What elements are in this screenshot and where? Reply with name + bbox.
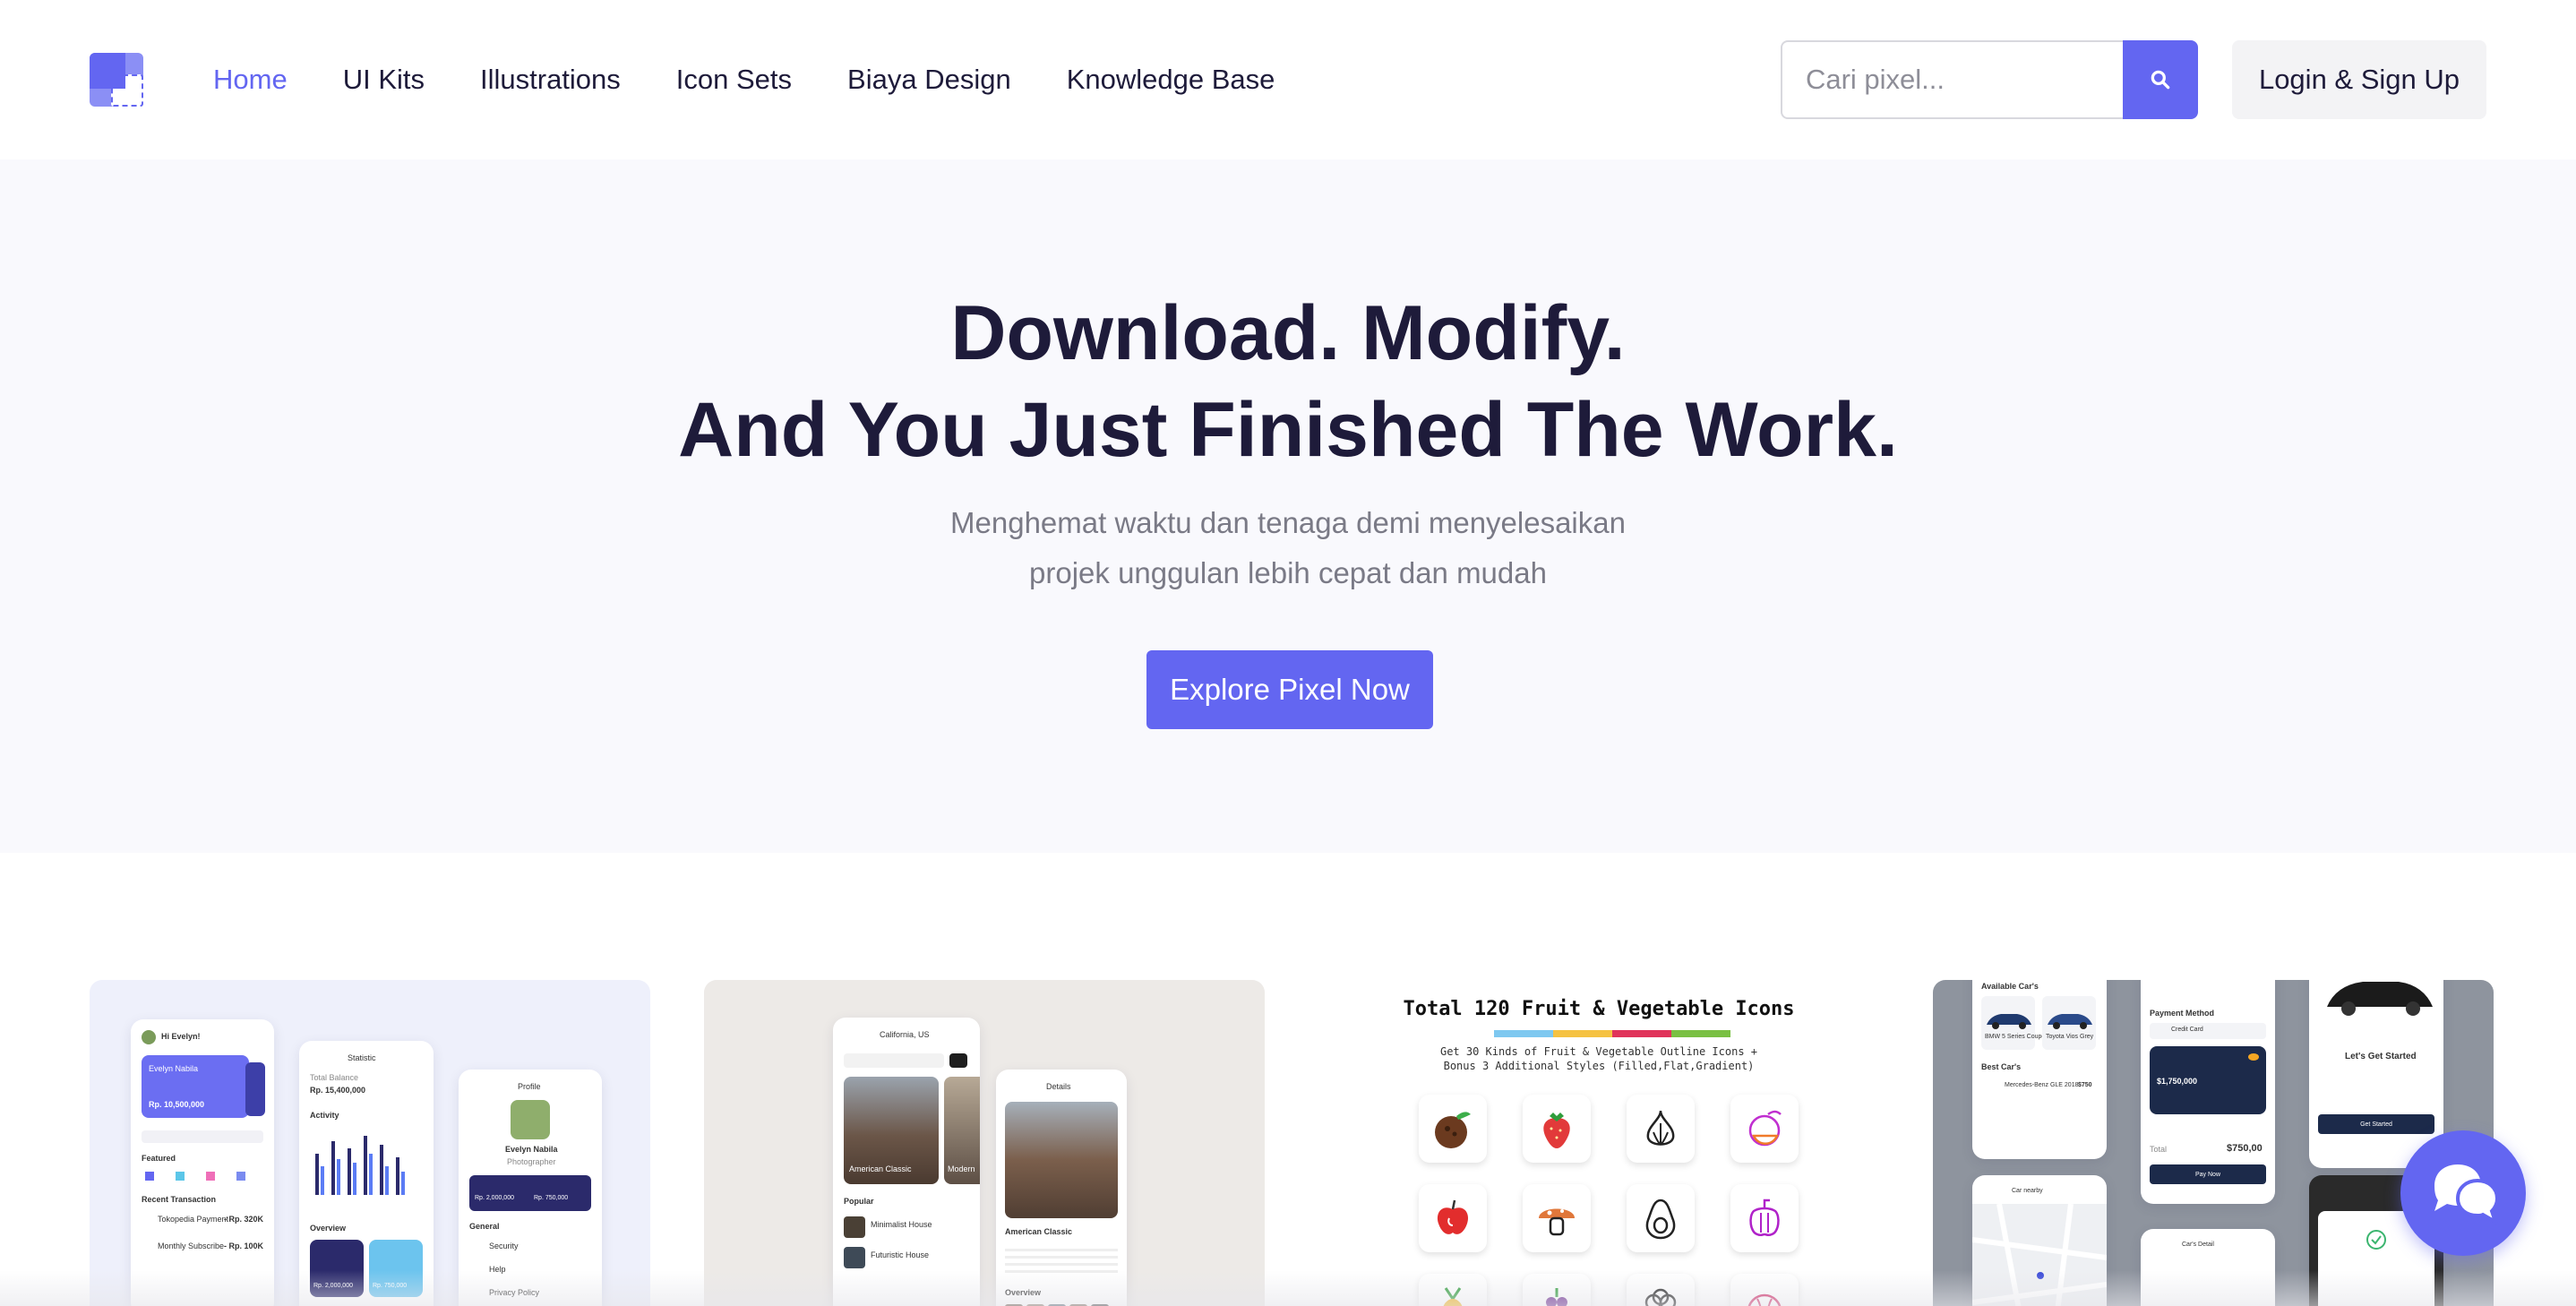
avatar: [511, 1100, 550, 1139]
car-home-screen: Available Car's BMW 5 Series Coupe Toyot…: [1972, 980, 2107, 1159]
nav-item-illustrations[interactable]: Illustrations: [480, 64, 621, 96]
finance-profile-screen: Profile Evelyn Nabila Photographer Rp. 2…: [459, 1070, 602, 1306]
page: Home UI Kits Illustrations Icon Sets Bia…: [0, 0, 2576, 1306]
car-onboarding-screen: Let's Get Started Get Started: [2309, 980, 2443, 1168]
strawberry-icon: [1523, 1095, 1591, 1163]
nav-item-home[interactable]: Home: [213, 64, 288, 96]
avocado-icon: [1627, 1184, 1695, 1252]
chat-bubbles-icon: [2434, 1164, 2500, 1226]
nav-item-icon-sets[interactable]: Icon Sets: [676, 64, 792, 96]
real-estate-detail-screen: Details American Classic Overview: [996, 1070, 1127, 1306]
nav-item-ui-kits[interactable]: UI Kits: [343, 64, 425, 96]
grape-icon: [1523, 1274, 1591, 1306]
mushroom-icon: [1523, 1184, 1591, 1252]
hero-title-line1: Download. Modify.: [950, 290, 1626, 376]
cauliflower-icon: [1627, 1274, 1695, 1306]
chat-button[interactable]: [2400, 1130, 2526, 1256]
watermelon-icon: [1730, 1274, 1799, 1306]
bell-pepper-icon: [1730, 1184, 1799, 1252]
hero-subtitle-line2: projek unggulan lebih cepat dan mudah: [1029, 556, 1547, 589]
car-payment-screen: Payment Method Credit Card $1,750,000 To…: [2141, 980, 2275, 1204]
check-circle-icon: [2366, 1230, 2386, 1250]
activity-bar-chart: [315, 1136, 405, 1195]
car-detail-screen: Car's Detail: [2141, 1229, 2275, 1306]
apple-icon: [1419, 1184, 1487, 1252]
finance-statistic-screen: Statistic Total Balance Rp. 15,400,000 A…: [299, 1041, 434, 1306]
nav-item-biaya-design[interactable]: Biaya Design: [847, 64, 1011, 96]
hero-title-line2: And You Just Finished The Work.: [678, 387, 1898, 473]
hero-section: Download. Modify. And You Just Finished …: [0, 159, 2576, 853]
explore-pixel-button[interactable]: Explore Pixel Now: [1146, 650, 1433, 729]
coconut-icon: [1419, 1095, 1487, 1163]
get-started-button: Get Started: [2318, 1114, 2434, 1134]
product-card-finance-app[interactable]: Hi Evelyn! Evelyn Nabila Rp. 10,500,000 …: [90, 980, 650, 1306]
car-nearby-map-screen: Car nearby: [1972, 1175, 2107, 1306]
balance-card: Evelyn Nabila Rp. 10,500,000: [142, 1055, 249, 1118]
product-cards: Hi Evelyn! Evelyn Nabila Rp. 10,500,000 …: [90, 980, 2494, 1306]
search-button[interactable]: [2122, 40, 2198, 119]
search-box: [1780, 40, 2198, 119]
pineapple-icon: [1419, 1274, 1487, 1306]
garlic-icon: [1627, 1095, 1695, 1163]
icon-set-subtitle: Get 30 Kinds of Fruit & Vegetable Outlin…: [1439, 1045, 1757, 1072]
income-tile: Rp. 2,000,000: [310, 1240, 364, 1297]
lemon-slice-icon: [1730, 1095, 1799, 1163]
payment-card: $1,750,000: [2150, 1046, 2266, 1114]
expense-tile: Rp. 750,000: [369, 1240, 423, 1297]
product-card-fruit-vegetable-icons[interactable]: Total 120 Fruit & Vegetable Icons Get 30…: [1318, 980, 1879, 1306]
hero-subtitle-line1: Menghemat waktu dan tenaga demi menyeles…: [950, 506, 1626, 539]
top-navbar: Home UI Kits Illustrations Icon Sets Bia…: [0, 0, 2576, 159]
product-card-car-rental-app[interactable]: Available Car's BMW 5 Series Coupe Toyot…: [1933, 980, 2494, 1306]
login-signup-button[interactable]: Login & Sign Up: [2231, 40, 2486, 119]
listing-american-classic: American Classic: [844, 1077, 939, 1184]
pixel-logo-icon[interactable]: [90, 53, 143, 107]
nav-actions: Login & Sign Up: [1780, 40, 2486, 119]
search-icon: [2151, 70, 2170, 90]
pay-now-button: Pay Now: [2150, 1164, 2266, 1184]
product-card-real-estate-app[interactable]: California, US American Classic Modern P…: [704, 980, 1265, 1306]
main-nav: Home UI Kits Illustrations Icon Sets Bia…: [213, 64, 1275, 96]
greeting-text: Hi Evelyn!: [161, 1032, 201, 1041]
nav-item-knowledge-base[interactable]: Knowledge Base: [1067, 64, 1275, 96]
search-input[interactable]: [1780, 40, 2125, 119]
color-stripe: [1494, 1030, 1730, 1037]
real-estate-home-screen: California, US American Classic Modern P…: [833, 1018, 980, 1306]
finance-home-screen: Hi Evelyn! Evelyn Nabila Rp. 10,500,000 …: [131, 1019, 274, 1306]
icon-set-title: Total 120 Fruit & Vegetable Icons: [1403, 998, 1795, 1020]
